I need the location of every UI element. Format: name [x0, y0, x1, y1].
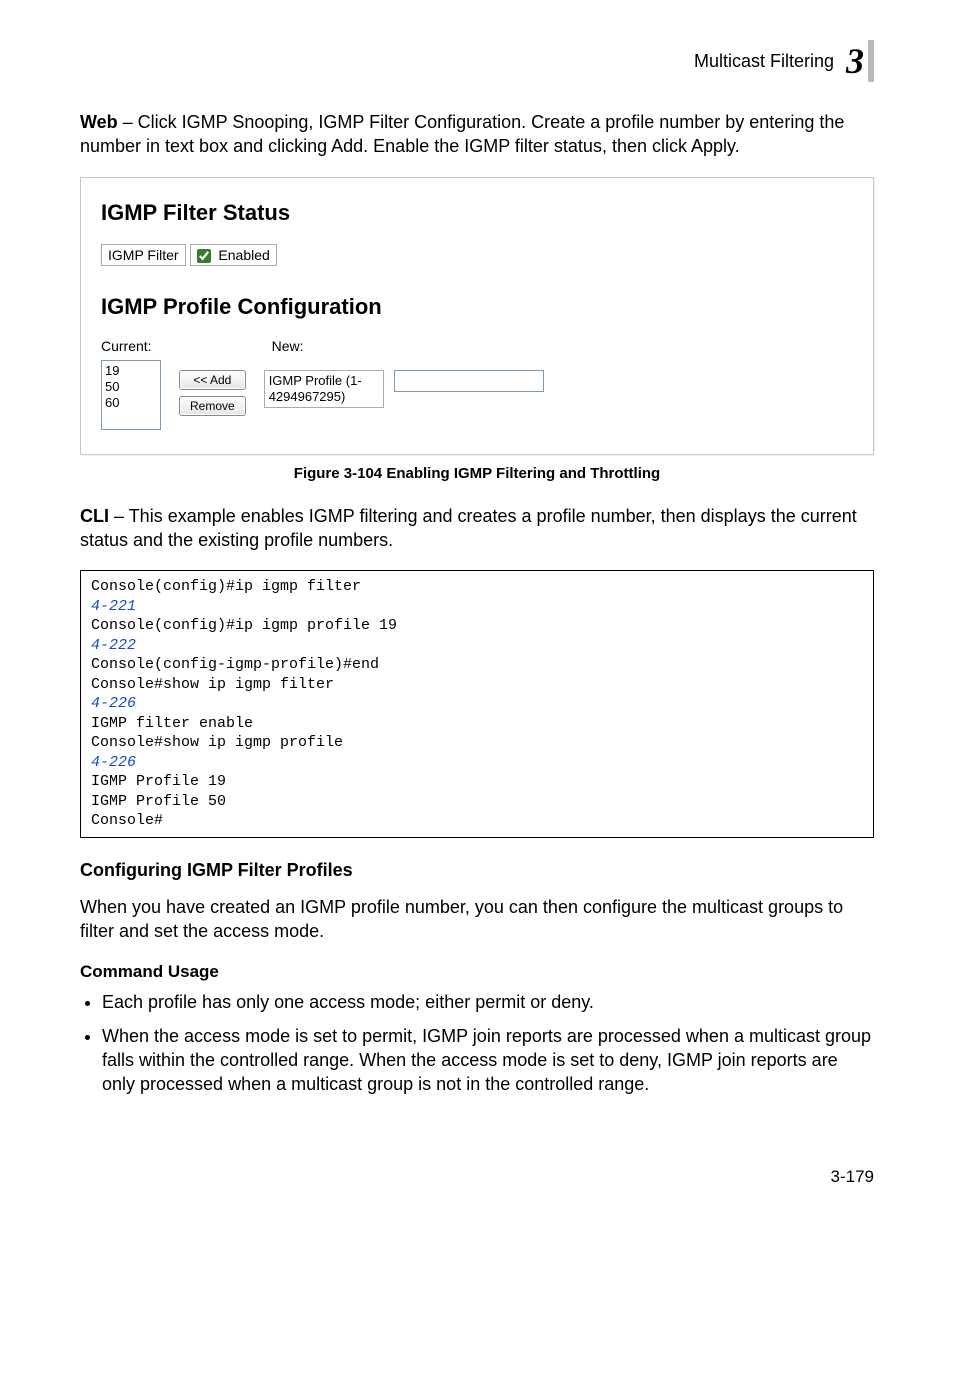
cli-text: – This example enables IGMP filtering an…: [80, 506, 857, 550]
add-button[interactable]: << Add: [179, 370, 246, 390]
web-intro: Web – Click IGMP Snooping, IGMP Filter C…: [80, 110, 874, 159]
code-link[interactable]: 4-221: [91, 598, 136, 615]
header-section: Multicast Filtering: [694, 51, 834, 72]
bullet-list: Each profile has only one access mode; e…: [80, 990, 874, 1097]
current-label: Current:: [101, 338, 152, 354]
chapter-badge: 3: [846, 40, 874, 82]
new-field-label-line1: IGMP Profile (1-: [269, 373, 362, 388]
section-paragraph: When you have created an IGMP profile nu…: [80, 895, 874, 944]
code-link[interactable]: 4-226: [91, 754, 136, 771]
web-text: – Click IGMP Snooping, IGMP Filter Confi…: [80, 112, 844, 156]
page-header: Multicast Filtering 3: [80, 40, 874, 82]
list-item: When the access mode is set to permit, I…: [102, 1024, 874, 1097]
new-field-label-line2: 4294967295): [269, 389, 346, 404]
profile-heading: IGMP Profile Configuration: [101, 294, 853, 320]
filter-enabled-label: Enabled: [218, 247, 269, 263]
new-profile-input[interactable]: [394, 370, 544, 392]
figure-caption: Figure 3-104 Enabling IGMP Filtering and…: [80, 465, 874, 482]
page-number: 3-179: [80, 1167, 874, 1187]
new-field-label: IGMP Profile (1- 4294967295): [264, 370, 384, 409]
cli-label: CLI: [80, 506, 109, 526]
code-line: IGMP Profile 19: [91, 773, 226, 790]
list-item[interactable]: 60: [105, 395, 157, 411]
list-item[interactable]: 50: [105, 379, 157, 395]
status-heading: IGMP Filter Status: [101, 200, 853, 226]
code-link[interactable]: 4-222: [91, 637, 136, 654]
new-block: IGMP Profile (1- 4294967295): [264, 370, 544, 409]
web-label: Web: [80, 112, 118, 132]
filter-enabled-checkbox[interactable]: [197, 249, 211, 263]
chapter-bar: [868, 40, 874, 82]
chapter-number: 3: [846, 43, 864, 79]
new-label: New:: [272, 338, 304, 354]
cli-intro: CLI – This example enables IGMP filterin…: [80, 504, 874, 553]
filter-enabled-cell: Enabled: [190, 244, 277, 266]
code-line: Console#show ip igmp profile: [91, 734, 343, 751]
section-heading: Configuring IGMP Filter Profiles: [80, 860, 874, 881]
code-line: Console#show ip igmp filter: [91, 676, 334, 693]
code-line: Console(config)#ip igmp profile 19: [91, 617, 397, 634]
remove-button[interactable]: Remove: [179, 396, 246, 416]
button-stack: << Add Remove: [179, 370, 246, 416]
code-line: Console(config)#ip igmp filter: [91, 578, 361, 595]
igmp-panel: IGMP Filter Status IGMP Filter Enabled I…: [80, 177, 874, 455]
code-line: Console(config-igmp-profile)#end: [91, 656, 379, 673]
config-row: 19 50 60 << Add Remove IGMP Profile (1- …: [101, 360, 853, 430]
code-link[interactable]: 4-226: [91, 695, 136, 712]
code-block: Console(config)#ip igmp filter 4-221 Con…: [80, 570, 874, 838]
code-line: Console#: [91, 812, 163, 829]
filter-row: IGMP Filter Enabled: [101, 244, 853, 266]
list-item[interactable]: 19: [105, 363, 157, 379]
profile-listbox[interactable]: 19 50 60: [101, 360, 161, 430]
column-labels: Current: New:: [101, 338, 853, 354]
list-item: Each profile has only one access mode; e…: [102, 990, 874, 1014]
code-line: IGMP filter enable: [91, 715, 253, 732]
command-usage-heading: Command Usage: [80, 962, 874, 982]
code-line: IGMP Profile 50: [91, 793, 226, 810]
filter-label: IGMP Filter: [101, 244, 186, 266]
